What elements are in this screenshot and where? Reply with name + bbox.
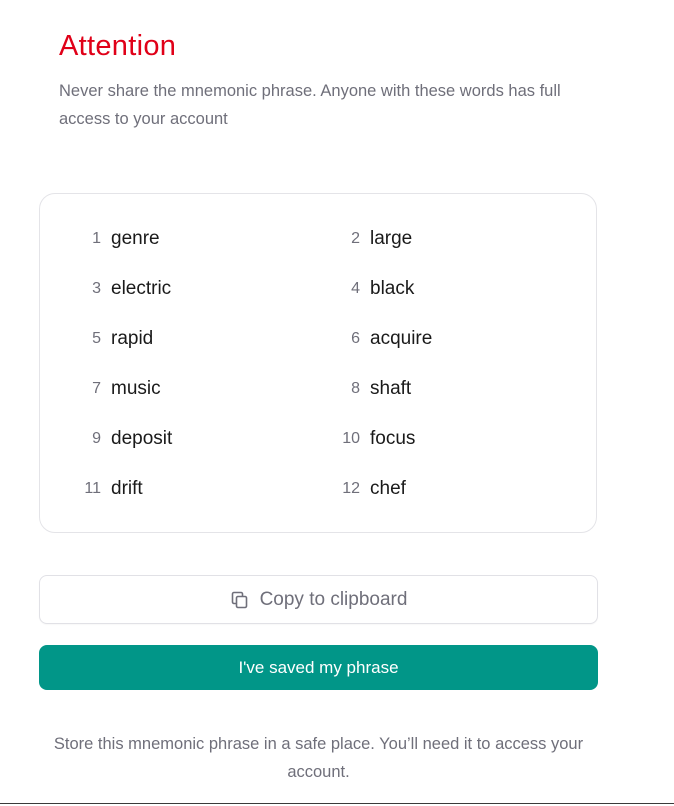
copy-icon [230,590,250,610]
phrase-word-12: 12 chef [312,475,406,503]
mnemonic-phrase-card: 1 genre 2 large 3 electric 4 black 5 rap… [39,193,597,533]
phrase-word-3: 3 electric [53,275,171,303]
page-title: Attention [59,30,177,62]
word-number: 8 [351,380,360,397]
word-text: rapid [111,328,154,349]
word-text: black [370,278,415,299]
word-text: genre [111,228,160,249]
word-number: 3 [92,280,101,297]
word-text: electric [111,278,172,299]
word-number: 4 [351,280,360,297]
word-number: 11 [84,480,101,497]
word-text: music [111,378,161,399]
word-number: 7 [92,380,101,397]
word-text: drift [111,478,143,499]
phrase-word-9: 9 deposit [53,425,172,453]
word-number: 1 [92,230,101,247]
phrase-word-10: 10 focus [312,425,415,453]
phrase-word-4: 4 black [312,275,414,303]
word-number: 5 [92,330,101,347]
word-text: large [370,228,413,249]
phrase-word-2: 2 large [312,225,412,253]
bottom-divider [0,803,674,804]
word-text: acquire [370,328,433,349]
word-number: 2 [351,230,360,247]
saved-button-label: I've saved my phrase [238,657,399,677]
word-text: shaft [370,378,412,399]
word-number: 12 [342,480,360,497]
saved-phrase-button[interactable]: I've saved my phrase [39,645,598,690]
warning-text: Never share the mnemonic phrase. Anyone … [59,82,561,128]
phrase-word-5: 5 rapid [53,325,153,353]
phrase-word-11: 11 drift [53,475,143,503]
phrase-word-1: 1 genre [53,225,160,253]
word-text: chef [370,478,406,499]
word-number: 6 [351,330,360,347]
phrase-word-8: 8 shaft [312,375,411,403]
footer-note: Store this mnemonic phrase in a safe pla… [53,735,584,781]
copy-to-clipboard-button[interactable]: Copy to clipboard [39,575,598,624]
word-text: focus [370,428,416,449]
word-number: 9 [92,430,101,447]
word-number: 10 [342,430,360,447]
copy-button-label: Copy to clipboard [259,588,408,610]
phrase-word-6: 6 acquire [312,325,432,353]
phrase-word-7: 7 music [53,375,161,403]
word-text: deposit [111,428,173,449]
